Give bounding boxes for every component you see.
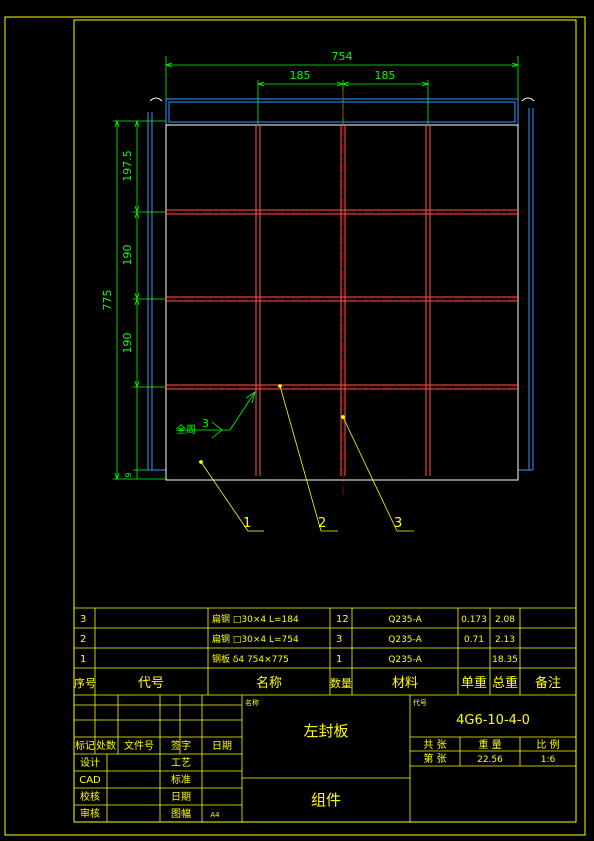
sheet-inner-border [73, 19, 577, 823]
dim-cell-width-a: 185 [290, 69, 311, 82]
dim-height-bottom: 9 [124, 472, 133, 477]
bom-material: Q235-A [388, 635, 422, 645]
bom-name: 钢板 δ4 754×775 [212, 653, 289, 665]
revision-header-doc: 文件号 [124, 739, 154, 752]
sheet-size-value: A4 [210, 811, 220, 819]
bom-row: 3 扁钢 □30×4 L=184 12 Q235-A 0.173 2.08 [80, 613, 515, 625]
role-cad: CAD [79, 775, 101, 786]
leader-label-1: 1 [243, 516, 251, 531]
bom-no: 3 [80, 614, 86, 625]
bom-row: 2 扁钢 □30×4 L=754 3 Q235-A 0.71 2.13 [80, 633, 515, 645]
bom-header: 序号 代号 名称 数量 材料 单重 总重 备注 [74, 675, 561, 691]
part-leaders [199, 384, 414, 532]
right-side-view [518, 108, 534, 471]
bom-qty: 12 [336, 614, 349, 625]
revision-header-sign: 签字 [171, 739, 191, 752]
assembly-type: 组件 [311, 791, 341, 809]
bom-unit-weight: 0.173 [461, 615, 487, 625]
dim-overall-width: 754 [332, 50, 353, 63]
drawing-code: 4G6-10-4-0 [456, 713, 530, 728]
bom-header-qty: 数量 [330, 677, 352, 690]
weight-label: 重 量 [478, 738, 501, 751]
leader-label-2: 2 [318, 516, 326, 531]
bom-qty: 1 [336, 654, 342, 665]
bom-header-no: 序号 [74, 676, 96, 690]
dim-height-mid: 190 [121, 245, 134, 266]
scale-value: 1:6 [541, 755, 556, 765]
bom-header-note: 备注 [535, 675, 561, 691]
sheets-total-label: 共 张 [423, 739, 446, 751]
bom-total-weight: 2.13 [495, 635, 515, 645]
bom-total-weight: 2.08 [495, 615, 515, 625]
bom-row: 1 钢板 δ4 754×775 1 Q235-A 18.35 [80, 653, 518, 665]
weld-all-around-label: 全周 [176, 423, 196, 436]
bom-header-total-weight: 总重 [492, 675, 518, 691]
sheet-info: 共 张 重 量 比 例 第 张 22.56 1:6 [423, 738, 559, 765]
leader-label-3: 3 [394, 516, 402, 531]
dim-cell-width-b: 185 [375, 69, 396, 82]
steel-plate-outline [165, 124, 519, 481]
flat-bar-grid [166, 125, 518, 476]
top-side-view [149, 97, 535, 126]
dim-overall-height: 775 [101, 290, 114, 311]
role-standard: 标准 [171, 774, 191, 786]
revision-header-mark: 标记 [75, 740, 95, 752]
role-review: 审核 [80, 807, 100, 820]
dim-height-top: 197.5 [121, 150, 134, 182]
scale-label: 比 例 [536, 738, 559, 751]
bom-unit-weight: 0.71 [464, 635, 484, 645]
cad-drawing-sheet: 754 185 185 775 197.5 190 190 9 全周 3 1 2… [4, 16, 586, 836]
bom-no: 2 [80, 634, 86, 645]
revision-header-date: 日期 [212, 740, 232, 752]
bom-header-name: 名称 [256, 675, 282, 691]
code-caption: 代号 [413, 698, 427, 707]
revision-header: 标记 处数 文件号 签字 日期 [75, 739, 232, 752]
name-caption: 名称 [245, 698, 259, 707]
weight-value: 22.56 [477, 755, 503, 765]
top-dimensions [164, 56, 520, 124]
role-design: 设计 [80, 756, 100, 769]
bom-header-unit-weight: 单重 [461, 675, 487, 691]
bom-header-code: 代号 [138, 676, 164, 691]
role-check: 校核 [80, 790, 100, 803]
bom-header-material: 材料 [392, 676, 418, 691]
role-process: 工艺 [171, 757, 191, 769]
bom-material: Q235-A [388, 615, 422, 625]
left-side-view [147, 112, 166, 471]
bom-qty: 3 [336, 634, 342, 645]
revision-header-count: 处数 [96, 739, 116, 752]
role-date: 日期 [171, 791, 191, 803]
part-name: 左封板 [303, 722, 348, 740]
bom-name: 扁钢 □30×4 L=754 [212, 633, 299, 645]
bom-material: Q235-A [388, 655, 422, 665]
weld-size-label: 3 [202, 417, 209, 430]
bom-name: 扁钢 □30×4 L=184 [212, 613, 299, 625]
dim-height-low: 190 [121, 333, 134, 354]
role-sheet-size: 图幅 [171, 807, 191, 820]
bom-total-weight: 18.35 [492, 655, 518, 665]
sheet-number-label: 第 张 [423, 752, 446, 765]
bom-no: 1 [80, 654, 86, 665]
